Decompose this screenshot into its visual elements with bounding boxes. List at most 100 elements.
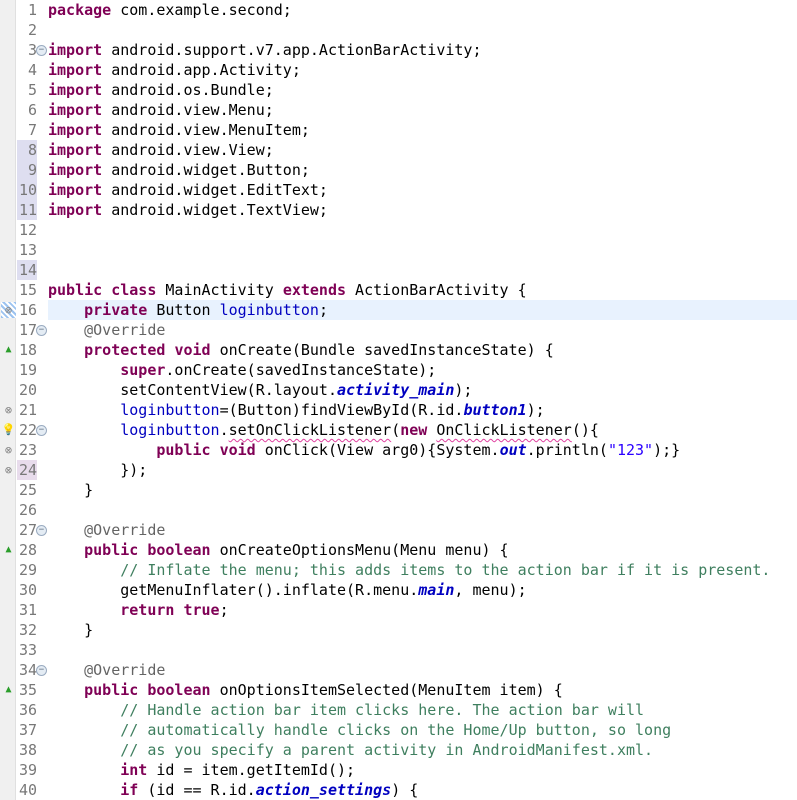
code-line[interactable]: 4 import android.app.Activity; [0, 60, 797, 80]
code-content[interactable]: getMenuInflater().inflate(R.menu.main, m… [48, 580, 797, 600]
code-line[interactable]: 37 // automatically handle clicks on the… [0, 720, 797, 740]
code-content[interactable]: } [48, 480, 797, 500]
code-content[interactable]: import android.widget.TextView; [48, 200, 797, 220]
code-content[interactable]: protected void onCreate(Bundle savedInst… [48, 340, 797, 360]
code-line[interactable]: ⊗ 24 }); [0, 460, 797, 480]
keyword: import [48, 41, 103, 59]
code-line[interactable]: 39 int id = item.getItemId(); [0, 760, 797, 780]
code-content[interactable]: return true; [48, 600, 797, 620]
code-line[interactable]: 3− import android.support.v7.app.ActionBa… [0, 40, 797, 60]
override-indicator-icon[interactable]: ▲ [1, 682, 16, 698]
code-content[interactable]: public boolean onCreateOptionsMenu(Menu … [48, 540, 797, 560]
line-number: 14 [17, 260, 37, 280]
code-content[interactable]: @Override [48, 320, 797, 340]
code-content[interactable] [48, 640, 797, 660]
override-indicator-icon[interactable]: ▲ [1, 342, 16, 358]
code-content[interactable]: int id = item.getItemId(); [48, 760, 797, 780]
code-content[interactable]: import android.view.Menu; [48, 100, 797, 120]
error-marker-icon[interactable]: ⊗ [1, 402, 16, 418]
code-content[interactable]: // Handle action bar item clicks here. T… [48, 700, 797, 720]
code-content[interactable]: import android.os.Bundle; [48, 80, 797, 100]
code-content[interactable]: public class MainActivity extends Action… [48, 280, 797, 300]
code-line[interactable]: 15 public class MainActivity extends Acti… [0, 280, 797, 300]
code-line[interactable]: 11 import android.widget.TextView; [0, 200, 797, 220]
code-line[interactable]: ⊗ 21 loginbutton=(Button)findViewById(R.i… [0, 400, 797, 420]
code-text: onOptionsItemSelected(MenuItem item) { [210, 681, 563, 699]
code-line[interactable]: 17− @Override [0, 320, 797, 340]
fold-collapse-icon[interactable]: − [36, 665, 47, 676]
code-line[interactable]: ▲ 18 protected void onCreate(Bundle saved… [0, 340, 797, 360]
code-content[interactable]: import android.view.MenuItem; [48, 120, 797, 140]
code-content[interactable]: super.onCreate(savedInstanceState); [48, 360, 797, 380]
code-content[interactable]: import android.app.Activity; [48, 60, 797, 80]
fold-collapse-icon[interactable]: − [36, 325, 47, 336]
code-content[interactable]: private Button loginbutton; [48, 300, 797, 320]
code-content[interactable] [48, 260, 797, 280]
quickfix-error-icon[interactable]: 💡 [1, 422, 16, 438]
code-line[interactable]: 30 getMenuInflater().inflate(R.menu.main… [0, 580, 797, 600]
code-line[interactable]: 8 import android.view.View; [0, 140, 797, 160]
code-line[interactable]: 19 super.onCreate(savedInstanceState); [0, 360, 797, 380]
code-line[interactable]: 29 // Inflate the menu; this adds items … [0, 560, 797, 580]
code-content[interactable]: import android.widget.EditText; [48, 180, 797, 200]
code-line[interactable]: 12 [0, 220, 797, 240]
code-line[interactable]: 2 [0, 20, 797, 40]
code-line[interactable]: 25 } [0, 480, 797, 500]
code-line[interactable]: 40 if (id == R.id.action_settings) { [0, 780, 797, 800]
code-content[interactable]: package com.example.second; [48, 0, 797, 20]
code-line[interactable]: 💡 22− loginbutton.setOnClickListener(new … [0, 420, 797, 440]
code-content[interactable]: @Override [48, 660, 797, 680]
code-line[interactable]: 9 import android.widget.Button; [0, 160, 797, 180]
code-line[interactable]: 6 import android.view.Menu; [0, 100, 797, 120]
code-line[interactable]: ⊗ 23 public void onClick(View arg0){Syste… [0, 440, 797, 460]
code-content[interactable]: import android.widget.Button; [48, 160, 797, 180]
code-line[interactable]: 34− @Override [0, 660, 797, 680]
code-line[interactable]: 13 [0, 240, 797, 260]
code-line[interactable]: 20 setContentView(R.layout.activity_main… [0, 380, 797, 400]
code-line[interactable]: ▲ 35 public boolean onOptionsItemSelected… [0, 680, 797, 700]
code-content[interactable] [48, 500, 797, 520]
code-line[interactable]: ⊗ 16 private Button loginbutton; [0, 300, 797, 320]
override-indicator-icon[interactable]: ▲ [1, 542, 16, 558]
code-line[interactable]: 5 import android.os.Bundle; [0, 80, 797, 100]
error-marker-icon[interactable]: ⊗ [1, 442, 16, 458]
code-content[interactable]: // as you specify a parent activity in A… [48, 740, 797, 760]
code-content[interactable]: setContentView(R.layout.activity_main); [48, 380, 797, 400]
code-content[interactable]: loginbutton.setOnClickListener(new OnCli… [48, 420, 797, 440]
code-line[interactable]: 36 // Handle action bar item clicks here… [0, 700, 797, 720]
code-content[interactable]: // automatically handle clicks on the Ho… [48, 720, 797, 740]
code-content[interactable]: public void onClick(View arg0){System.ou… [48, 440, 797, 460]
error-marker-icon[interactable]: ⊗ [1, 462, 16, 478]
code-content[interactable] [48, 220, 797, 240]
code-content[interactable]: import android.support.v7.app.ActionBarA… [48, 40, 797, 60]
code-line[interactable]: 33 [0, 640, 797, 660]
code-content[interactable]: @Override [48, 520, 797, 540]
code-line[interactable]: 38 // as you specify a parent activity i… [0, 740, 797, 760]
error-marker-icon[interactable]: ⊗ [1, 302, 16, 318]
code-line[interactable]: 10 import android.widget.EditText; [0, 180, 797, 200]
string-literal: "123" [607, 441, 654, 459]
fold-collapse-icon[interactable]: − [36, 525, 47, 536]
code-content[interactable] [48, 240, 797, 260]
line-number: 28 [18, 541, 37, 559]
code-line[interactable]: 31 return true; [0, 600, 797, 620]
code-content[interactable]: loginbutton=(Button)findViewById(R.id.bu… [48, 400, 797, 420]
fold-collapse-icon[interactable]: − [36, 45, 47, 56]
code-editor[interactable]: 1 package com.example.second; 2 3− import an… [0, 0, 797, 800]
code-content[interactable] [48, 20, 797, 40]
code-content[interactable]: }); [48, 460, 797, 480]
code-content[interactable]: } [48, 620, 797, 640]
code-content[interactable]: if (id == R.id.action_settings) { [48, 780, 797, 800]
code-line[interactable]: ▲ 28 public boolean onCreateOptionsMenu(M… [0, 540, 797, 560]
code-content[interactable]: public boolean onOptionsItemSelected(Men… [48, 680, 797, 700]
code-content[interactable]: import android.view.View; [48, 140, 797, 160]
code-content[interactable]: // Inflate the menu; this adds items to … [48, 560, 797, 580]
code-line[interactable]: 7 import android.view.MenuItem; [0, 120, 797, 140]
code-line[interactable]: 14 [0, 260, 797, 280]
code-line[interactable]: 1 package com.example.second; [0, 0, 797, 20]
code-line[interactable]: 27− @Override [0, 520, 797, 540]
fold-collapse-icon[interactable]: − [36, 425, 47, 436]
code-text: ; [318, 301, 328, 319]
code-line[interactable]: 26 [0, 500, 797, 520]
code-line[interactable]: 32 } [0, 620, 797, 640]
